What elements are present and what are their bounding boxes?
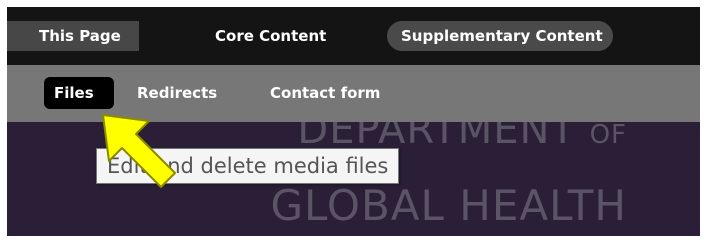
arrow-pointer-icon <box>102 114 176 188</box>
tab-supplementary-content[interactable]: Supplementary Content <box>387 21 613 51</box>
tab-this-page[interactable]: This Page <box>7 21 139 51</box>
tab-core-content[interactable]: Core Content <box>215 21 326 51</box>
sub-nav-redirects[interactable]: Redirects <box>137 77 217 109</box>
top-nav-bar: This Page Core Content Supplementary Con… <box>7 7 700 65</box>
sub-nav-files[interactable]: Files <box>44 77 114 109</box>
admin-screen: DEPARTMENT OF GLOBAL HEALTH This Page Co… <box>7 7 700 236</box>
logo-global-health: GLOBAL HEALTH <box>270 181 627 230</box>
sub-nav-contact-form[interactable]: Contact form <box>270 77 380 109</box>
